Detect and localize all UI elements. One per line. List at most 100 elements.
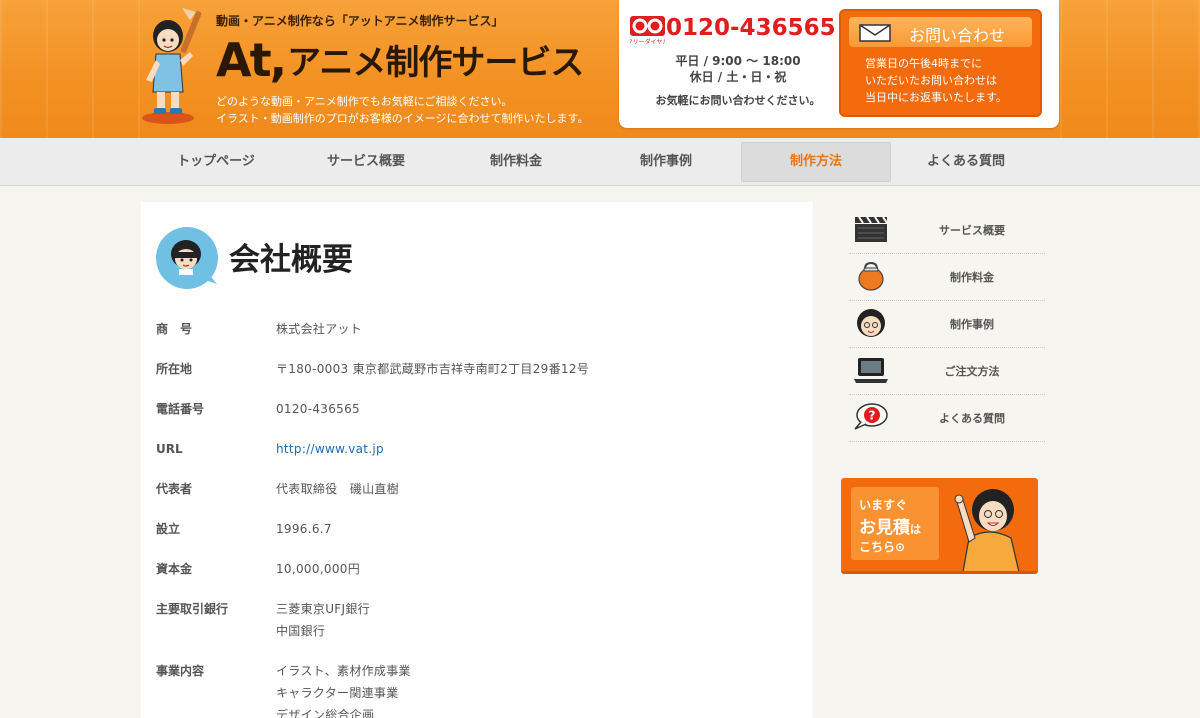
- row-label: 商 号: [156, 322, 193, 336]
- sidebar-menu: サービス概要 制作料金 制作事例 ご注文方法 ? よくある質問: [849, 207, 1045, 442]
- value-line: キャラクター関連事業: [276, 686, 399, 700]
- row-value: 0120-436565: [276, 398, 360, 420]
- contact-response-note: 営業日の午後4時までに いただいたお問い合わせは 当日中にお返事いたします。: [865, 55, 1007, 106]
- freedial-icon: フリーダイヤル: [630, 16, 665, 46]
- coin-purse-icon: [858, 261, 884, 291]
- global-nav: トップページ サービス概要 制作料金 制作事例 制作方法 よくある質問: [0, 138, 1200, 186]
- clapperboard-icon: [855, 216, 888, 242]
- row-value: 代表取締役 磯山直樹: [276, 478, 399, 500]
- question-bubble-icon: ?: [854, 403, 888, 430]
- row-value: 株式会社アット: [276, 318, 362, 340]
- table-row: 所在地 〒180-0003 東京都武蔵野市吉祥寺南町2丁目29番12号: [156, 358, 796, 380]
- nav-item-production-method[interactable]: 制作方法: [741, 142, 891, 182]
- company-url-link[interactable]: http://www.vat.jp: [276, 442, 384, 456]
- row-value: イラスト、素材作成事業 キャラクター関連事業 デザイン総合企画: [276, 660, 411, 718]
- row-value: 〒180-0003 東京都武蔵野市吉祥寺南町2丁目29番12号: [276, 358, 589, 380]
- logo-at-text: At,: [216, 33, 287, 87]
- mascot-girl-with-pencil-icon: [142, 8, 202, 124]
- estimate-line-2: お見積は: [859, 513, 921, 538]
- header-description-line: どのような動画・アニメ制作でもお気軽にご相談ください。: [216, 95, 513, 108]
- character-face-icon: [857, 309, 885, 337]
- row-label: 電話番号: [156, 402, 205, 416]
- contact-card: フリーダイヤル 0120-436565 平日 / 9:00 〜 18:00 休日…: [619, 0, 1059, 128]
- row-label: 資本金: [156, 562, 193, 576]
- row-label: 代表者: [156, 482, 193, 496]
- phone-number[interactable]: 0120-436565: [666, 15, 836, 41]
- table-row: 設立 1996.6.7: [156, 518, 796, 540]
- estimate-main-text: お見積: [859, 518, 910, 538]
- value-line: 0120-436565: [276, 402, 360, 416]
- sidebar-item-pricing[interactable]: 制作料金: [849, 254, 1045, 301]
- company-info-table: 商 号 株式会社アット 所在地 〒180-0003 東京都武蔵野市吉祥寺南町2丁…: [156, 318, 796, 718]
- contact-note-line: 営業日の午後4時までに: [865, 57, 982, 70]
- nav-item-pricing[interactable]: 制作料金: [441, 142, 591, 182]
- logo-service-text: アニメ制作サービス: [287, 43, 584, 83]
- value-line: 10,000,000円: [276, 562, 361, 576]
- row-label: 主要取引銀行: [156, 602, 229, 616]
- nav-item-works[interactable]: 制作事例: [591, 142, 741, 182]
- estimate-suffix: は: [910, 523, 921, 536]
- sidebar-item-label: よくある質問: [939, 412, 1005, 425]
- row-value: 1996.6.7: [276, 518, 332, 540]
- hours-note: お気軽にお問い合わせください。: [655, 94, 821, 107]
- row-value: http://www.vat.jp: [276, 438, 384, 460]
- table-row: 電話番号 0120-436565: [156, 398, 796, 420]
- sidebar-item-label: ご注文方法: [944, 365, 1000, 378]
- header-tagline: 動画・アニメ制作なら「アットアニメ制作サービス」: [216, 14, 504, 28]
- contact-button-label: お問い合わせ: [909, 26, 1006, 45]
- nav-item-faq[interactable]: よくある質問: [891, 142, 1041, 182]
- sidebar-item-label: 制作料金: [950, 271, 994, 284]
- estimate-line-3: こちら⊙: [859, 540, 906, 554]
- sidebar-item-works[interactable]: 制作事例: [849, 301, 1045, 348]
- site-header: 動画・アニメ制作なら「アットアニメ制作サービス」 At, アニメ制作サービス ど…: [0, 0, 1200, 138]
- estimate-text-box: いますぐ お見積は こちら⊙: [851, 487, 939, 560]
- value-line: 〒180-0003 東京都武蔵野市吉祥寺南町2丁目29番12号: [276, 362, 590, 376]
- nav-item-top[interactable]: トップページ: [141, 142, 291, 182]
- contact-button-bar: お問い合わせ: [849, 17, 1032, 47]
- value-line: 1996.6.7: [276, 522, 332, 536]
- sidebar-item-faq[interactable]: ? よくある質問: [849, 395, 1045, 442]
- header-background-illustration: [0, 0, 140, 138]
- value-line: 三菱東京UFJ銀行: [276, 602, 370, 616]
- row-value: 10,000,000円: [276, 558, 360, 580]
- row-label: URL: [156, 442, 183, 456]
- sidebar-item-label: サービス概要: [939, 224, 1005, 237]
- contact-button[interactable]: お問い合わせ 営業日の午後4時までに いただいたお問い合わせは 当日中にお返事い…: [839, 9, 1042, 117]
- row-label: 所在地: [156, 362, 193, 376]
- value-line: 代表取締役 磯山直樹: [276, 482, 400, 496]
- main-content: 会社概要 商 号 株式会社アット 所在地 〒180-0003 東京都武蔵野市吉祥…: [141, 202, 813, 718]
- hours-weekday: 平日 / 9:00 〜 18:00: [675, 54, 801, 68]
- site-logo[interactable]: At, アニメ制作サービス: [216, 30, 584, 87]
- row-label: 設立: [156, 522, 181, 536]
- header-background-illustration: [1060, 0, 1200, 138]
- global-nav-items: トップページ サービス概要 制作料金 制作事例 制作方法 よくある質問: [141, 142, 1041, 182]
- header-description-line: イラスト・動画制作のプロがお客様のイメージに合わせて制作いたします。: [216, 112, 589, 125]
- business-hours: 平日 / 9:00 〜 18:00 休日 / 土・日・祝: [619, 53, 857, 85]
- page-title: 会社概要: [229, 242, 353, 278]
- contact-note-line: いただいたお問い合わせは: [865, 74, 997, 87]
- title-avatar-icon: [156, 227, 218, 289]
- table-row: 代表者 代表取締役 磯山直樹: [156, 478, 796, 500]
- pointing-person-icon: [954, 489, 1020, 571]
- nav-item-service-overview[interactable]: サービス概要: [291, 142, 441, 182]
- table-row: 主要取引銀行 三菱東京UFJ銀行 中国銀行: [156, 598, 796, 642]
- contact-note-line: 当日中にお返事いたします。: [865, 91, 1007, 104]
- hours-holiday: 休日 / 土・日・祝: [689, 70, 787, 84]
- table-row: 商 号 株式会社アット: [156, 318, 796, 340]
- laptop-icon: [854, 358, 888, 383]
- header-description: どのような動画・アニメ制作でもお気軽にご相談ください。 イラスト・動画制作のプロ…: [216, 93, 588, 127]
- sidebar-item-order-method[interactable]: ご注文方法: [849, 348, 1045, 395]
- table-row: 事業内容 イラスト、素材作成事業 キャラクター関連事業 デザイン総合企画: [156, 660, 796, 718]
- value-line: イラスト、素材作成事業: [276, 664, 411, 678]
- estimate-line-1: いますぐ: [859, 498, 908, 512]
- table-row: URL http://www.vat.jp: [156, 438, 796, 460]
- sidebar-item-label: 制作事例: [950, 318, 994, 331]
- row-label: 事業内容: [156, 664, 205, 678]
- row-value: 三菱東京UFJ銀行 中国銀行: [276, 598, 370, 642]
- estimate-banner[interactable]: いますぐ お見積は こちら⊙: [841, 478, 1038, 574]
- value-line: デザイン総合企画: [276, 708, 375, 718]
- sidebar-item-service-overview[interactable]: サービス概要: [849, 207, 1045, 254]
- envelope-icon: [859, 24, 891, 42]
- value-line: 株式会社アット: [276, 322, 363, 336]
- freedial-label: フリーダイヤル: [630, 38, 665, 46]
